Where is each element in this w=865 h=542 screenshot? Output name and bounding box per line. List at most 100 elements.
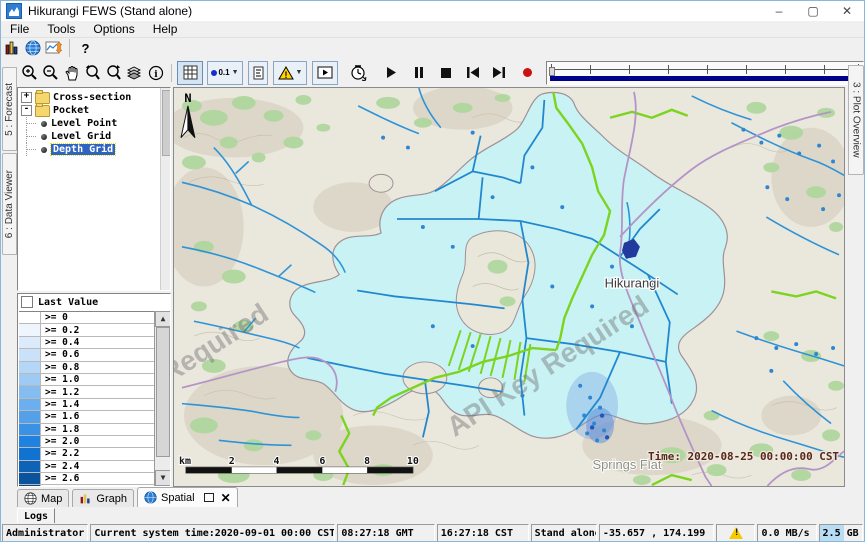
minimize-button[interactable]: – [762,1,796,21]
close-button[interactable]: ✕ [830,1,864,21]
legend-row[interactable]: >= 1.2 [19,386,155,398]
legend-swatch [19,473,41,484]
timeline-slider[interactable] [546,61,864,85]
tab-spatial-label: Spatial [161,492,195,504]
status-warning-cell[interactable] [716,524,755,542]
tree-item-pocket[interactable]: - Pocket [19,104,170,117]
legend-row[interactable]: >= 1.8 [19,424,155,436]
legend-label: >= 0.2 [41,324,79,335]
record-button[interactable] [517,62,538,83]
zoom-next-icon[interactable] [103,62,124,83]
play-button[interactable] [381,62,402,83]
zoom-in-icon[interactable] [19,62,40,83]
legend-swatch [19,448,41,459]
classbreaks-threshold-button[interactable]: 0.1 ▼ [207,61,243,85]
menu-help[interactable]: Help [144,22,187,36]
legend-row[interactable]: >= 1.0 [19,374,155,386]
database-explorer-icon[interactable] [1,38,22,59]
zoom-out-icon[interactable] [40,62,61,83]
legend-row[interactable]: >= 0.4 [19,337,155,349]
menu-options[interactable]: Options [84,22,143,36]
map-time-label: Time: 2020-08-25 00:00:00 CST [648,450,839,463]
menu-bar: File Tools Options Help [1,21,864,38]
maximize-button[interactable]: ▢ [796,1,830,21]
tab-spatial[interactable]: Spatial ✕ [137,487,238,507]
timeline-handle-start[interactable] [549,67,555,76]
toolbar-separator [69,39,70,57]
tab-data-viewer[interactable]: 6 : Data Viewer [2,153,17,255]
timer-settings-icon[interactable] [348,62,369,83]
pan-hand-icon[interactable] [61,62,82,83]
grid-toggle-button[interactable] [177,61,203,85]
spatial-display-icon[interactable] [43,38,64,59]
svg-text:i: i [154,70,158,80]
tree-item-depth-grid[interactable]: Depth Grid [19,143,170,156]
legend-label: >= 1.6 [41,411,79,422]
legend-swatch [19,411,41,422]
status-system-time: Current system time:2020-09-01 00:00 CST [90,524,335,542]
legend-swatch [19,485,41,486]
tab-maximize-icon[interactable] [204,493,214,502]
map-view[interactable]: API Key Required API Key Required N Hiku… [173,87,845,487]
tree-item-level-grid[interactable]: Level Grid [19,130,170,143]
legend-label: >= 0 [41,312,68,323]
tree-scrollbar[interactable] [160,88,170,290]
scroll-up-icon[interactable]: ▲ [155,311,171,327]
pause-button[interactable] [408,62,429,83]
timeline-range-bar[interactable] [550,76,860,81]
tree-scrollbar-thumb[interactable] [162,90,171,156]
legend-scrollbar[interactable]: ▲ ▼ [154,311,170,486]
tree-guide [26,130,39,143]
scroll-down-icon[interactable]: ▼ [155,470,171,486]
legend-row[interactable]: >= 2.4 [19,461,155,473]
legend-row[interactable]: >= 2.2 [19,448,155,460]
collapse-icon[interactable]: - [21,105,32,116]
status-memory[interactable]: 2.5 GB [819,524,863,542]
menu-file[interactable]: File [1,22,38,36]
thresholds-warning-button[interactable]: ! ▼ [273,61,307,85]
globe-icon[interactable] [22,38,43,59]
tab-map[interactable]: Map [17,489,69,507]
legend-row[interactable]: >= 1.6 [19,411,155,423]
legend-row[interactable]: >= 1.4 [19,399,155,411]
tab-plot-overview[interactable]: 3 : Plot Overview [848,65,864,175]
tree-item-label: Pocket [53,105,89,116]
legend-swatch [19,424,41,435]
legend-swatch [19,461,41,472]
globe-icon [144,491,157,504]
stop-button[interactable] [435,62,456,83]
skip-to-start-button[interactable] [462,62,483,83]
animation-dialog-button[interactable] [312,61,338,85]
info-icon[interactable]: i [145,62,166,83]
legend-row[interactable]: >= 0.8 [19,362,155,374]
tab-map-label: Map [41,493,62,505]
tab-graph[interactable]: Graph [72,489,134,507]
tab-close-icon[interactable]: ✕ [221,491,231,505]
legend-scrollbar-thumb[interactable] [156,327,170,457]
legend-swatch [19,386,41,397]
chevron-down-icon: ▼ [232,69,239,76]
status-local-time: 16:27:18 CST [437,524,529,542]
tree-item-level-point[interactable]: Level Point [19,117,170,130]
tab-forecast[interactable]: 5 : Forecast [2,67,17,151]
app-icon [6,3,22,19]
legend-toggle-button[interactable] [248,61,268,85]
node-bullet-icon [41,121,47,127]
legend-row[interactable]: >= 0 [19,312,155,324]
zoom-previous-icon[interactable] [82,62,103,83]
skip-to-end-button[interactable] [488,62,509,83]
tree-item-label: Level Point [51,118,117,129]
layers-tree-panel: + Cross-section - Pocket Level Point Lev… [17,87,171,291]
legend-label: >= 2.4 [41,461,79,472]
legend-row[interactable]: >= 2.0 [19,436,155,448]
legend-row[interactable]: >= 0.6 [19,349,155,361]
legend-row[interactable]: >= 2.8 [19,485,155,486]
menu-tools[interactable]: Tools [38,22,84,36]
expand-icon[interactable]: + [21,92,32,103]
layers-icon[interactable] [124,62,145,83]
help-button[interactable]: ? [75,38,96,59]
node-bullet-icon [41,147,47,153]
last-value-checkbox[interactable] [21,296,33,308]
legend-row[interactable]: >= 2.6 [19,473,155,485]
legend-row[interactable]: >= 0.2 [19,324,155,336]
